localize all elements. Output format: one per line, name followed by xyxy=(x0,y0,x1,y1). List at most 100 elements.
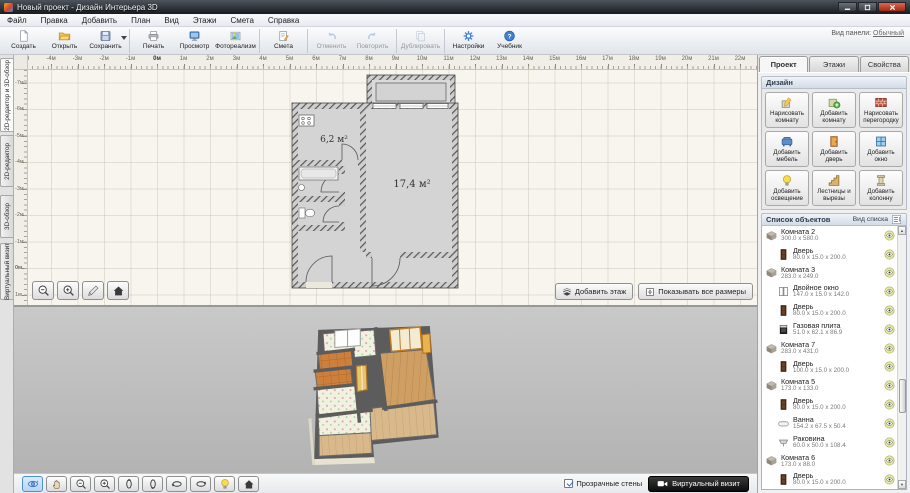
rotate-down-button[interactable] xyxy=(142,476,163,492)
list-item[interactable]: Двойное окно147.0 x 15.0 x 142.0 xyxy=(762,282,897,301)
maximize-button[interactable] xyxy=(858,2,877,12)
eye-icon[interactable] xyxy=(884,455,895,466)
design-section-header: Дизайн xyxy=(761,76,907,89)
show-dimensions-button[interactable]: Показывать все размеры xyxy=(638,283,753,300)
stairs-button[interactable]: Лестницы и вырезы xyxy=(812,170,856,206)
left-tab-2[interactable]: 2D-редактор xyxy=(0,135,13,187)
eye-icon[interactable] xyxy=(884,474,895,485)
render-3d xyxy=(285,325,463,467)
rotate-left-button[interactable] xyxy=(166,476,187,492)
list-item[interactable]: Комната 2300.0 x 580.0 xyxy=(762,226,897,245)
panel-view-link[interactable]: Обычный xyxy=(873,30,904,37)
scroll-up-icon[interactable]: ▲ xyxy=(898,226,906,235)
zoom-in-button[interactable] xyxy=(57,281,79,300)
add-door-button[interactable]: Добавить дверь xyxy=(812,131,856,167)
add-room-button[interactable]: Добавить комнату xyxy=(812,92,856,128)
list-item[interactable]: Дверь80.0 x 15.0 x 200.0 xyxy=(762,245,897,264)
list-item[interactable]: Комната 7283.0 x 431.0 xyxy=(762,339,897,358)
zoom-out-icon xyxy=(37,284,50,297)
menu-item[interactable]: Вид xyxy=(157,16,185,25)
tab-свойства[interactable]: Свойства xyxy=(860,56,909,72)
eye-icon[interactable] xyxy=(884,286,895,297)
home-button[interactable] xyxy=(107,281,129,300)
toolbar-button-print[interactable]: Печать xyxy=(133,28,174,54)
left-tab-3[interactable]: 3D-обзор xyxy=(0,195,13,238)
list-item[interactable]: Ванна154.2 x 67.5 x 50.4 xyxy=(762,414,897,433)
list-scrollbar[interactable]: ▲ ▼ xyxy=(897,226,906,489)
draw-room-button[interactable]: Нарисовать комнату xyxy=(765,92,809,128)
toolbar-button-help[interactable]: Учебник xyxy=(489,28,530,54)
eye-icon[interactable] xyxy=(884,230,895,241)
home-button[interactable] xyxy=(238,476,259,492)
editor-2d: -5м-4м-3м-2м-1м0м1м2м3м4м5м6м7м8м9м10м11… xyxy=(14,55,757,305)
eye-icon[interactable] xyxy=(884,437,895,448)
light-bulb-button[interactable]: Добавить освещение xyxy=(765,170,809,206)
list-view-control[interactable]: Вид списка xyxy=(853,214,902,225)
left-tab-1[interactable]: 2D-редактор и 3D-обзор xyxy=(0,58,13,132)
left-tab-4[interactable]: Виртуальный визит xyxy=(0,243,13,300)
viewport-3d[interactable] xyxy=(14,307,757,473)
draw-wall-button[interactable]: Нарисовать перегородку xyxy=(859,92,903,128)
orbit-button[interactable] xyxy=(22,476,43,492)
zoom-out-button[interactable] xyxy=(32,281,54,300)
menu-item[interactable]: План xyxy=(124,16,157,25)
menu-item[interactable]: Смета xyxy=(223,16,260,25)
close-button[interactable] xyxy=(878,2,906,12)
rotate-right-button[interactable] xyxy=(190,476,211,492)
dropdown-arrow-icon[interactable] xyxy=(121,36,127,40)
rotate-up-button[interactable] xyxy=(118,476,139,492)
ruler-tick-mark xyxy=(22,242,27,243)
list-item[interactable]: Дверь80.0 x 15.0 x 200.0 xyxy=(762,470,897,489)
plan-canvas[interactable]: 6,2 м² 17,4 м² Добавить этаж Показывать … xyxy=(28,70,757,305)
toolbar-button-estimate[interactable]: Смета xyxy=(263,28,304,54)
list-item[interactable]: Дверь80.0 x 15.0 x 200.0 xyxy=(762,301,897,320)
eye-icon[interactable] xyxy=(884,267,895,278)
scroll-down-icon[interactable]: ▼ xyxy=(898,480,906,489)
eye-icon[interactable] xyxy=(884,324,895,335)
menu-item[interactable]: Справка xyxy=(261,16,306,25)
toolbar-separator xyxy=(444,29,445,53)
eye-icon[interactable] xyxy=(884,305,895,316)
toolbar-button-settings[interactable]: Настройки xyxy=(448,28,489,54)
list-item[interactable]: Газовая плита51.0 x 62.1 x 86.9 xyxy=(762,320,897,339)
light-bulb-button[interactable] xyxy=(214,476,235,492)
pan-button[interactable] xyxy=(46,476,67,492)
menu-item[interactable]: Добавить xyxy=(75,16,124,25)
toolbar-button-save[interactable]: Сохранить xyxy=(85,28,126,54)
list-item[interactable]: Комната 6173.0 x 88.0 xyxy=(762,452,897,471)
ruler-tick-mark xyxy=(131,64,132,69)
list-item[interactable]: Комната 5173.0 x 133.0 xyxy=(762,376,897,395)
toolbar-button-preview[interactable]: Просмотр xyxy=(174,28,215,54)
toolbar-button-open[interactable]: Открыть xyxy=(44,28,85,54)
zoom-in-button[interactable] xyxy=(94,476,115,492)
menu-item[interactable]: Этажи xyxy=(186,16,224,25)
menu-item[interactable]: Правка xyxy=(34,16,75,25)
tab-этажи[interactable]: Этажи xyxy=(809,56,858,72)
tab-проект[interactable]: Проект xyxy=(759,56,808,72)
eye-icon[interactable] xyxy=(884,361,895,372)
add-window-button[interactable]: Добавить окно xyxy=(859,131,903,167)
eye-icon[interactable] xyxy=(884,418,895,429)
menu-item[interactable]: Файл xyxy=(0,16,34,25)
eye-icon[interactable] xyxy=(884,249,895,260)
virtual-visit-button[interactable]: Виртуальный визит xyxy=(648,476,749,492)
furniture-button[interactable]: Добавить мебель xyxy=(765,131,809,167)
list-item[interactable]: Дверь100.0 x 15.0 x 200.0 xyxy=(762,358,897,377)
toolbar-button-photoreal[interactable]: Фотореализм xyxy=(215,28,256,54)
add-floor-button[interactable]: Добавить этаж xyxy=(555,283,633,300)
list-item[interactable]: Раковина60.0 x 50.0 x 108.4 xyxy=(762,433,897,452)
measure-button[interactable] xyxy=(82,281,104,300)
list-item[interactable]: Комната 3283.0 x 249.0 xyxy=(762,264,897,283)
list-item[interactable]: Дверь80.0 x 15.0 x 200.0 xyxy=(762,395,897,414)
toolbar-button-new[interactable]: Создать xyxy=(3,28,44,54)
eye-icon[interactable] xyxy=(884,343,895,354)
transparent-walls-checkbox[interactable]: Прозрачные стены xyxy=(564,479,642,488)
scroll-thumb[interactable] xyxy=(899,379,906,413)
ruler-tick-mark xyxy=(369,64,370,69)
minimize-button[interactable] xyxy=(838,2,857,12)
eye-icon[interactable] xyxy=(884,399,895,410)
column-button[interactable]: Добавить колонну xyxy=(859,170,903,206)
zoom-out-button[interactable] xyxy=(70,476,91,492)
pan-icon xyxy=(51,478,63,490)
eye-icon[interactable] xyxy=(884,380,895,391)
